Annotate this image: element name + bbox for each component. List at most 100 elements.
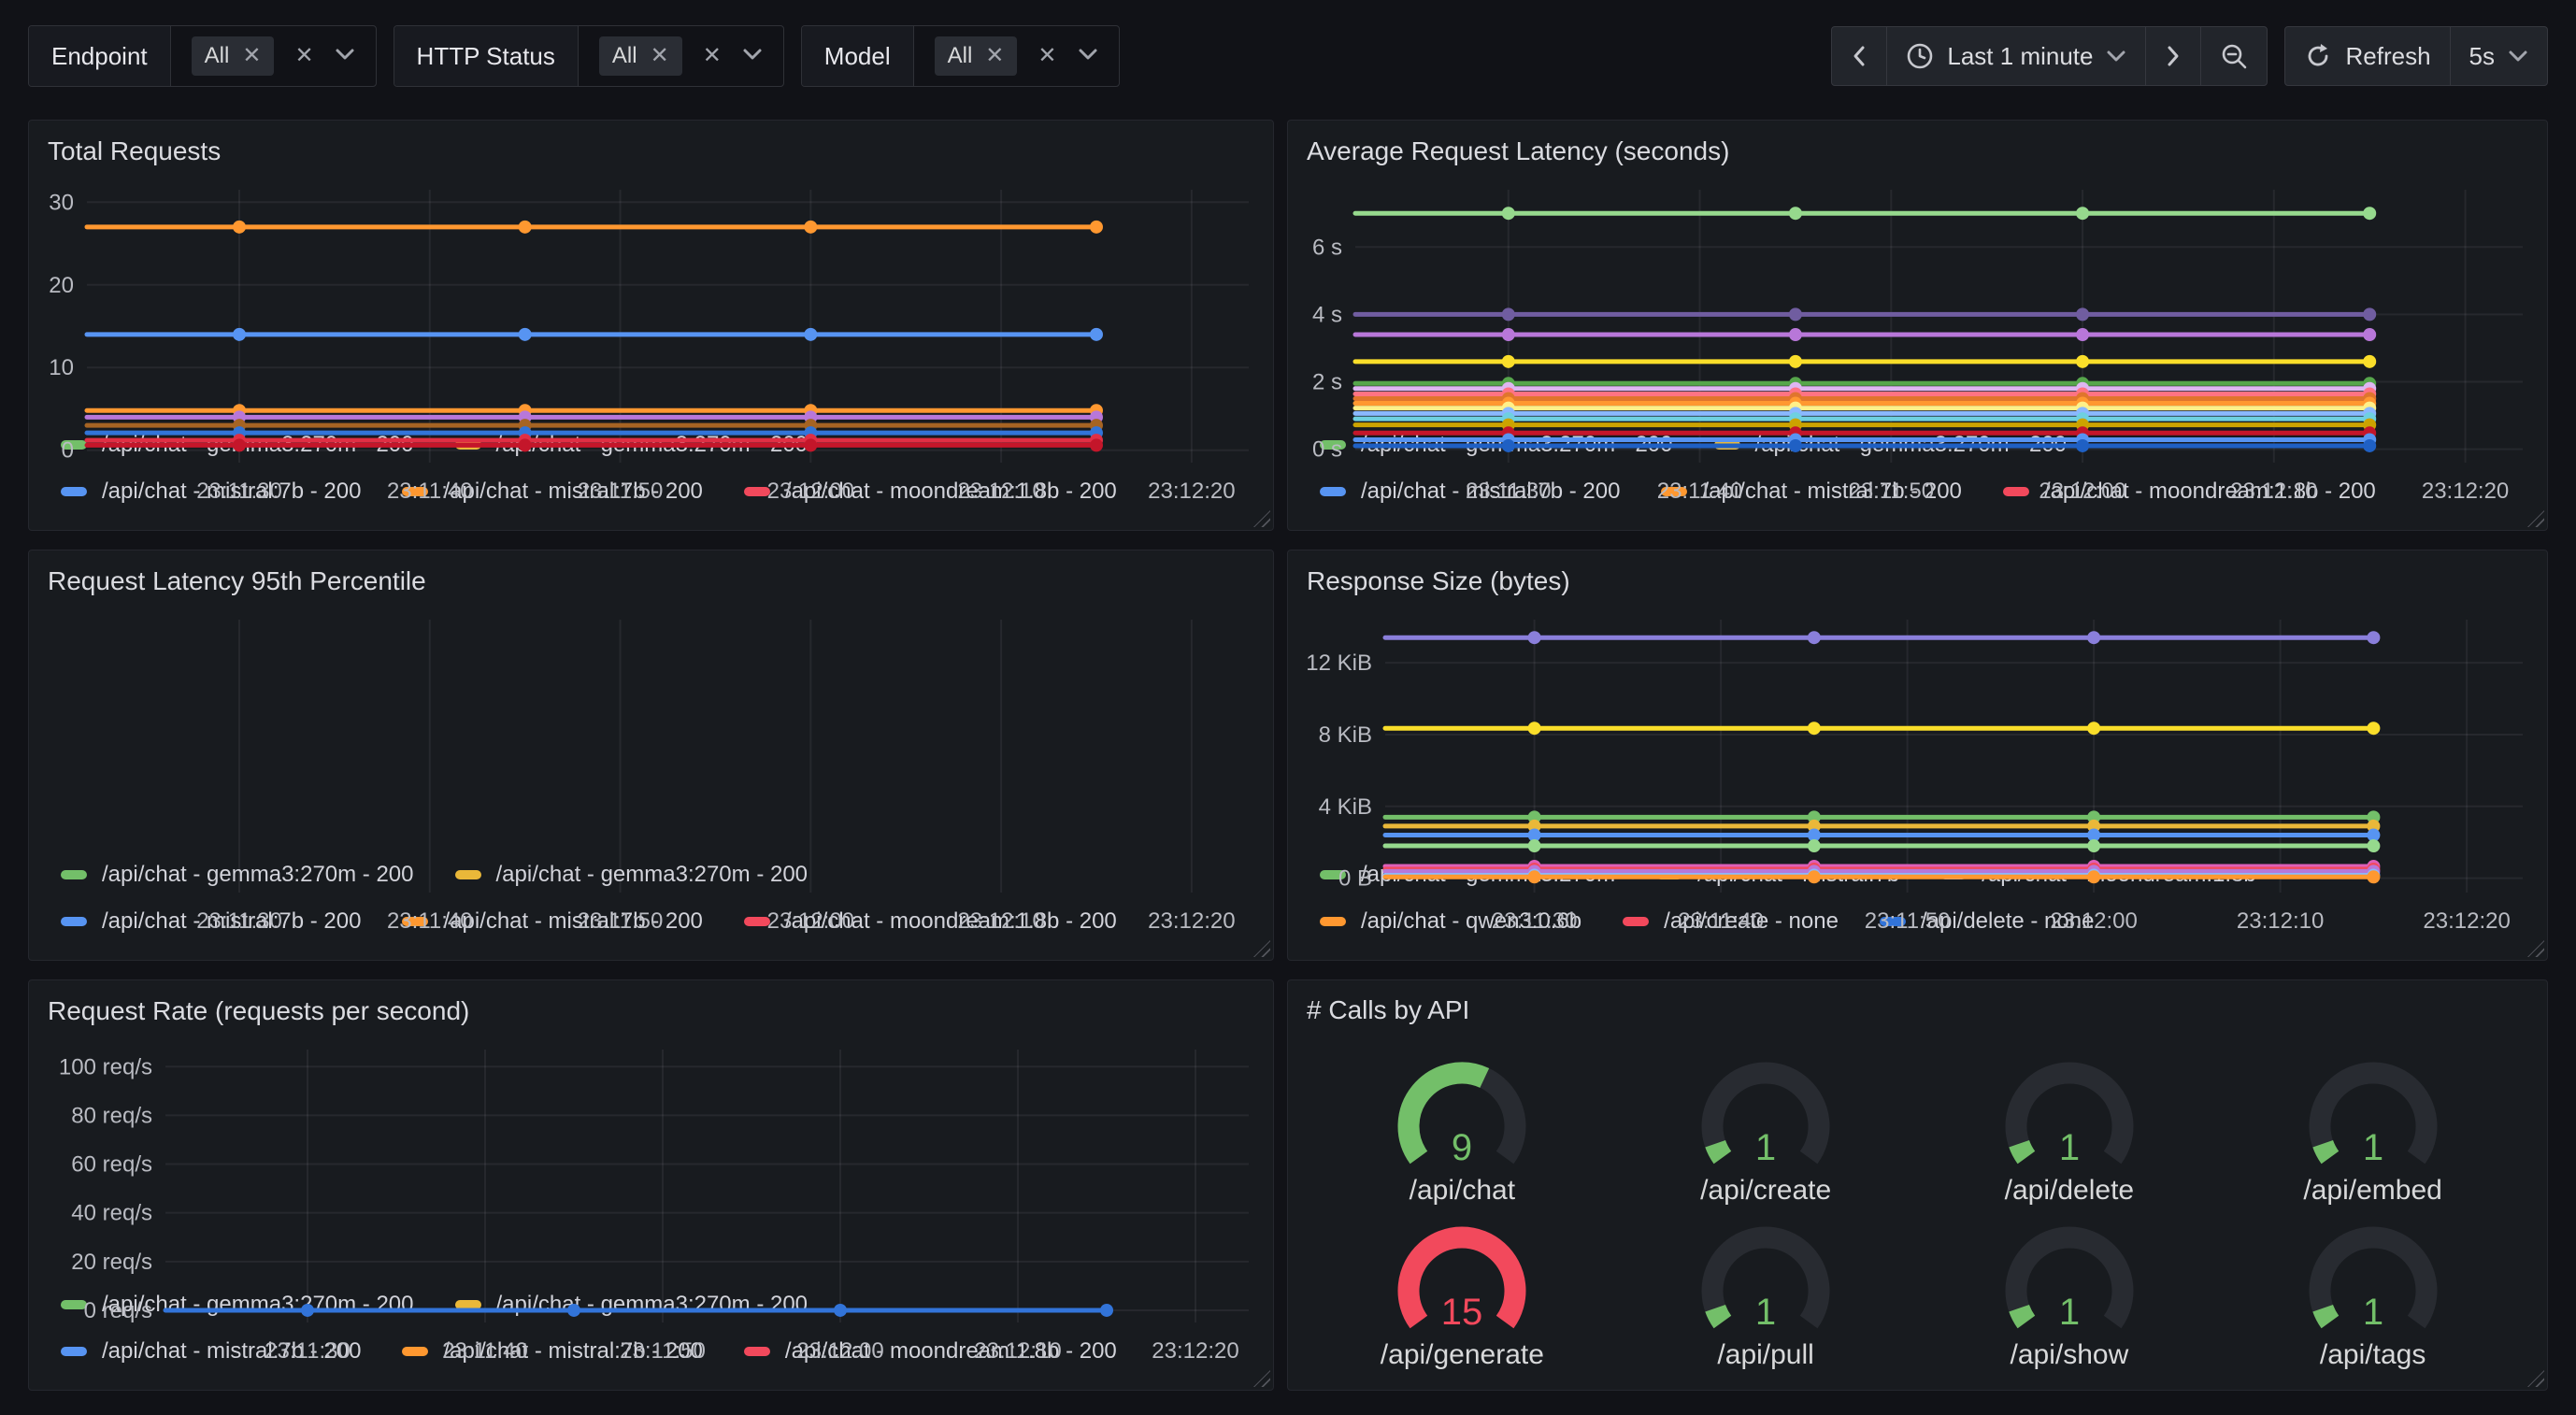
chevron-down-icon	[335, 48, 355, 65]
x-axis-tick-label: 23:11:40	[1657, 479, 1743, 504]
filter-value-dropdown[interactable]: All ✕ ✕	[914, 26, 1119, 86]
remove-value-icon[interactable]: ✕	[242, 45, 261, 67]
gauge-arc-fill	[1715, 1144, 1723, 1158]
time-shift-back-button[interactable]	[1831, 26, 1887, 86]
timeseries-plot[interactable]: 0 req/s20 req/s40 req/s60 req/s80 req/s1…	[29, 1036, 1273, 1281]
data-point-marker	[519, 221, 532, 234]
x-axis-tick-label: 23:12:00	[2039, 479, 2125, 504]
panel-calls-by-api: # Calls by API 9/api/chat1/api/create1/a…	[1287, 979, 2548, 1391]
data-point-marker	[2363, 355, 2376, 368]
x-axis-tick-label: 23:11:50	[1848, 479, 1934, 504]
panel-title[interactable]: Total Requests	[29, 121, 1273, 177]
chevron-down-icon	[1078, 48, 1098, 65]
x-axis-tick-label: 23:11:50	[578, 908, 664, 934]
data-point-marker	[1502, 439, 1515, 452]
y-axis-tick-label: 4 s	[1312, 302, 1342, 327]
gauge-label: /api/chat	[1410, 1175, 1515, 1207]
data-point-marker	[567, 1304, 580, 1317]
grafana-dashboard: { "toolbar": { "filters": [ {"name": "en…	[0, 0, 2576, 1415]
y-axis-tick-label: 12 KiB	[1306, 650, 1372, 676]
y-axis-tick-label: 30	[49, 190, 74, 215]
data-point-marker	[804, 438, 817, 451]
gauge-value: 9	[1452, 1127, 1472, 1168]
filter-chip-text: All	[948, 43, 973, 69]
remove-value-icon[interactable]: ✕	[651, 45, 669, 67]
y-axis-tick-label: 8 KiB	[1319, 722, 1372, 748]
data-point-marker	[2363, 439, 2376, 452]
panel-title[interactable]: Request Latency 95th Percentile	[29, 550, 1273, 607]
filter-value-dropdown[interactable]: All✕✕	[579, 26, 783, 86]
gauge--api-generate: 15/api/generate	[1310, 1207, 1614, 1371]
gauge--api-chat: 9/api/chat	[1310, 1042, 1614, 1207]
y-axis-tick-label: 0 B	[1338, 866, 1372, 892]
timeseries-plot[interactable]: 0 s2 s4 s6 s23:11:3023:11:4023:11:5023:1…	[1288, 177, 2547, 422]
gauge--api-tags: 1/api/tags	[2221, 1207, 2525, 1371]
y-axis-tick-label: 100 req/s	[59, 1054, 152, 1079]
x-axis-tick-label: 23:11:50	[1865, 908, 1951, 934]
y-axis-tick-label: 20	[49, 273, 74, 298]
data-point-marker	[1100, 1304, 1113, 1317]
x-axis-tick-label: 23:11:40	[387, 479, 473, 504]
x-axis-tick-label: 23:11:50	[620, 1338, 706, 1364]
gauge-value: 1	[2363, 1292, 2383, 1333]
gauge--api-create: 1/api/create	[1614, 1042, 1918, 1207]
x-axis-tick-label: 23:11:30	[1492, 908, 1578, 934]
x-axis-tick-label: 23:11:40	[1678, 908, 1764, 934]
filter-chip-text: All	[205, 43, 230, 69]
clear-filter-icon[interactable]: ✕	[1038, 45, 1056, 67]
panel-title[interactable]: Request Rate (requests per second)	[29, 980, 1273, 1036]
gauge-value: 15	[1441, 1292, 1483, 1333]
filter-value-dropdown[interactable]: All ✕ ✕	[171, 26, 376, 86]
x-axis-tick-label: 23:12:00	[2050, 908, 2137, 934]
y-axis-tick-label: 80 req/s	[71, 1103, 152, 1128]
x-axis-tick-label: 23:11:40	[387, 908, 473, 934]
remove-value-icon[interactable]: ✕	[985, 45, 1004, 67]
data-point-marker	[1528, 870, 1541, 883]
data-point-marker	[1789, 439, 1802, 452]
data-point-marker	[2363, 307, 2376, 321]
chevron-right-icon	[2165, 43, 2182, 69]
y-axis-tick-label: 60 req/s	[71, 1152, 152, 1178]
time-picker-group: Last 1 minute	[1831, 26, 2268, 86]
data-point-marker	[1808, 839, 1821, 852]
data-point-marker	[1502, 207, 1515, 220]
filter-selected-chip[interactable]: All✕	[599, 36, 682, 76]
clear-filter-icon[interactable]: ✕	[294, 45, 313, 67]
timeseries-plot[interactable]: 23:11:3023:11:4023:11:5023:12:0023:12:10…	[29, 607, 1273, 851]
panel-title[interactable]: Average Request Latency (seconds)	[1288, 121, 2547, 177]
panel-request-latency-p95: Request Latency 95th Percentile 23:11:30…	[28, 550, 1274, 961]
gauge-label: /api/generate	[1381, 1339, 1544, 1371]
refresh-interval-dropdown[interactable]: 5s	[2450, 26, 2548, 86]
timeseries-plot[interactable]: 0 B4 KiB8 KiB12 KiB23:11:3023:11:4023:11…	[1288, 607, 2547, 851]
zoom-out-button[interactable]	[2200, 26, 2268, 86]
filter-selected-chip[interactable]: All ✕	[192, 36, 275, 76]
y-axis-tick-label: 6 s	[1312, 235, 1342, 260]
data-point-marker	[1502, 355, 1515, 368]
data-point-marker	[519, 438, 532, 451]
x-axis-tick-label: 23:11:30	[1466, 479, 1552, 504]
y-axis-tick-label: 0	[62, 438, 74, 464]
time-shift-forward-button[interactable]	[2145, 26, 2201, 86]
refresh-button[interactable]: Refresh	[2284, 26, 2450, 86]
data-point-marker	[1528, 722, 1541, 735]
x-axis-tick-label: 23:12:20	[1148, 908, 1235, 934]
zoom-out-icon	[2220, 42, 2248, 70]
panel-title[interactable]: Response Size (bytes)	[1288, 550, 2547, 607]
y-axis-tick-label: 0 s	[1312, 437, 1342, 463]
timeseries-plot[interactable]: 010203023:11:3023:11:4023:11:5023:12:002…	[29, 177, 1273, 422]
data-point-marker	[2076, 207, 2089, 220]
clear-filter-icon[interactable]: ✕	[703, 45, 722, 67]
x-axis-tick-label: 23:11:40	[442, 1338, 528, 1364]
data-point-marker	[2087, 722, 2100, 735]
panel-title[interactable]: # Calls by API	[1288, 980, 2547, 1035]
time-range-picker[interactable]: Last 1 minute	[1886, 26, 2146, 86]
gauge-label: /api/tags	[2320, 1339, 2426, 1371]
data-point-marker	[2076, 307, 2089, 321]
x-axis-tick-label: 23:12:10	[2237, 908, 2324, 934]
filter-label: Model	[802, 26, 914, 86]
data-point-marker	[804, 328, 817, 341]
filter-label: Endpoint	[29, 26, 171, 86]
filter-selected-chip[interactable]: All ✕	[935, 36, 1018, 76]
x-axis-tick-label: 23:12:20	[1148, 479, 1235, 504]
gauge-arc-fill	[1715, 1308, 1723, 1322]
